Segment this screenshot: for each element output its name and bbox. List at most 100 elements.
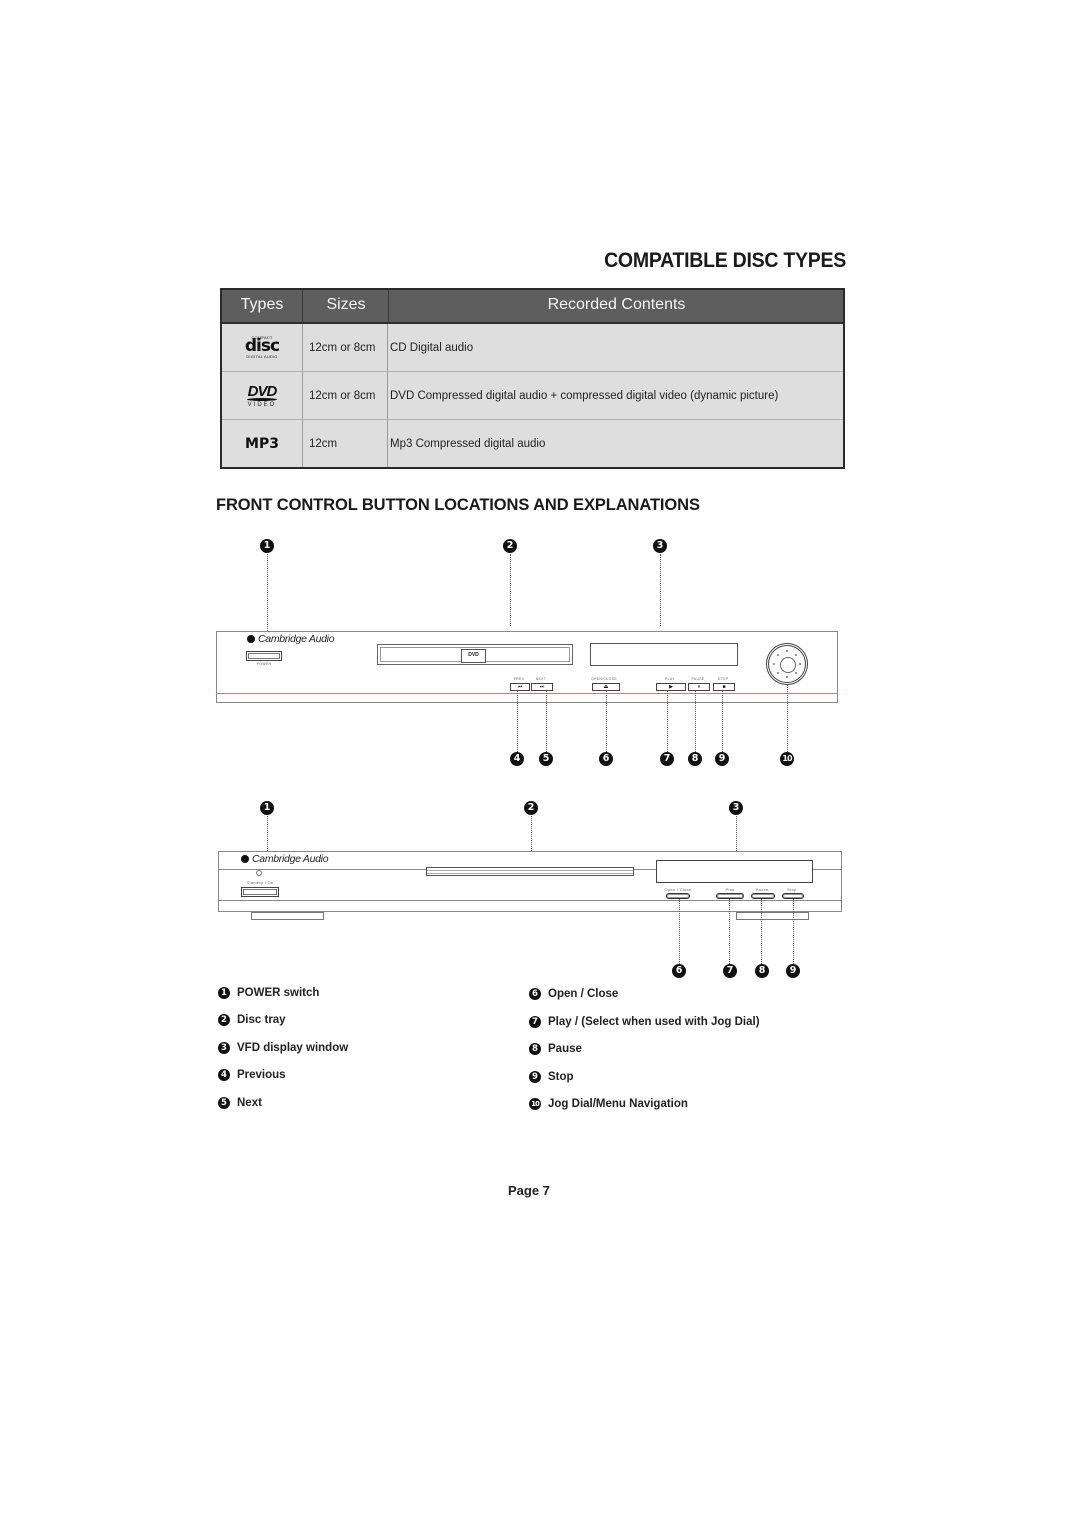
size-cell: 12cm or 8cm (302, 324, 388, 371)
play-button[interactable]: ▶ (656, 683, 686, 691)
jog-dial-center (780, 657, 796, 673)
callout-5: 5 (218, 1097, 230, 1109)
standby-label: Standby / On (246, 880, 274, 885)
leader-line (267, 554, 268, 631)
next-button[interactable]: ⏭ (531, 683, 553, 691)
standby-on-button[interactable] (241, 887, 279, 897)
pause-label: PAUSE (691, 677, 705, 681)
callout-3: 3 (729, 801, 743, 815)
legend-label: Disc tray (237, 1014, 286, 1026)
play-label: Play (725, 887, 735, 892)
callout-1: 1 (260, 539, 274, 553)
vfd-display-window (656, 860, 813, 883)
pause-button[interactable]: ⏸ (688, 683, 710, 691)
open-close-label: Open / Close (664, 887, 692, 892)
callout-6: 6 (672, 964, 686, 978)
callout-9: 9 (715, 752, 729, 766)
size-cell: 12cm (302, 420, 388, 467)
contents-cell: DVD Compressed digital audio + compresse… (390, 389, 779, 402)
pause-label: Pause (755, 887, 769, 892)
logo-text: VIDEO (247, 401, 277, 408)
dvd-video-logo-icon: DVD VIDEO (247, 384, 277, 408)
leader-line (546, 690, 547, 752)
leader-line (531, 816, 532, 851)
callout-7: 7 (529, 1016, 541, 1028)
leader-line (729, 899, 730, 964)
callout-10: 10 (529, 1098, 541, 1110)
open-close-button[interactable] (666, 893, 690, 899)
legend-item: 9 Stop (529, 1071, 574, 1083)
callout-8: 8 (755, 964, 769, 978)
size-cell: 12cm or 8cm (302, 372, 388, 419)
type-cell: COMPACT disc DIGITAL AUDIO (222, 324, 303, 371)
table-header: Types Sizes Recorded Contents (222, 290, 843, 324)
type-cell: DVD VIDEO (222, 372, 303, 419)
leader-line (695, 690, 696, 752)
legend-label: Play / (Select when used with Jog Dial) (548, 1016, 760, 1028)
legend-item: 2 Disc tray (218, 1014, 286, 1026)
leader-line (660, 554, 661, 626)
legend-item: 6 Open / Close (529, 988, 618, 1000)
leader-line (761, 899, 762, 964)
callout-9: 9 (529, 1071, 541, 1083)
compact-disc-logo-icon: COMPACT disc DIGITAL AUDIO (245, 336, 280, 359)
foot (736, 912, 809, 920)
legend-item: 1 POWER switch (218, 987, 319, 999)
vfd-display-window (590, 643, 738, 666)
contents-cell: CD Digital audio (390, 341, 474, 354)
standby-indicator-icon (256, 870, 262, 876)
power-button[interactable] (246, 651, 282, 661)
callout-1: 1 (260, 801, 274, 815)
next-label: NEXT (535, 677, 547, 681)
panel-divider (216, 693, 838, 694)
leader-line (793, 899, 794, 964)
leader-line (722, 690, 723, 752)
leader-line (667, 690, 668, 752)
pause-button[interactable] (751, 893, 775, 899)
leader-line (787, 684, 788, 752)
brand-logo: Cambridge Audio (241, 853, 329, 865)
table-row: DVD VIDEO 12cm or 8cm DVD Compressed dig… (222, 372, 843, 420)
callout-3: 3 (653, 539, 667, 553)
disc-types-table: Types Sizes Recorded Contents COMPACT di… (220, 288, 845, 469)
legend-item: 3 VFD display window (218, 1042, 348, 1054)
brand-logo-icon (247, 635, 255, 643)
disc-tray[interactable] (426, 867, 634, 876)
jog-mark (777, 672, 779, 674)
leader-line (517, 690, 518, 752)
brand-text: Cambridge Audio (252, 853, 329, 865)
legend-item: 10 Jog Dial/Menu Navigation (529, 1098, 688, 1110)
brand-logo-icon (241, 855, 249, 863)
callout-4: 4 (218, 1069, 230, 1081)
power-label: POWER (256, 662, 272, 666)
leader-line (679, 899, 680, 964)
callout-10: 10 (780, 752, 794, 766)
callout-2: 2 (218, 1014, 230, 1026)
leader-line (736, 816, 737, 851)
callout-5: 5 (539, 752, 553, 766)
callout-2: 2 (503, 539, 517, 553)
stop-button[interactable]: ■ (713, 683, 735, 691)
jog-dial[interactable] (766, 643, 808, 685)
stop-label: Stop (787, 887, 797, 892)
jog-mark-left (773, 663, 775, 665)
dvd-logo-icon: DVD (461, 649, 486, 663)
header-types: Types (240, 296, 284, 313)
leader-line (606, 690, 607, 752)
jog-mark (795, 672, 797, 674)
header-sizes: Sizes (302, 290, 389, 322)
prev-button[interactable]: ⏮ (510, 683, 530, 691)
header-recorded-contents: Recorded Contents (388, 290, 844, 322)
type-cell: MP3 (222, 420, 303, 467)
jog-mark-up (786, 650, 788, 652)
legend-label: Jog Dial/Menu Navigation (548, 1098, 688, 1110)
jog-mark-right (799, 663, 801, 665)
panel-divider (218, 900, 842, 901)
callout-8: 8 (529, 1043, 541, 1055)
open-close-label: OPEN/CLOSE (591, 677, 617, 681)
jog-mark-down (786, 676, 788, 678)
callout-1: 1 (218, 987, 230, 999)
callout-6: 6 (529, 988, 541, 1000)
prev-label: PREV (513, 677, 525, 681)
play-button[interactable] (716, 893, 744, 899)
